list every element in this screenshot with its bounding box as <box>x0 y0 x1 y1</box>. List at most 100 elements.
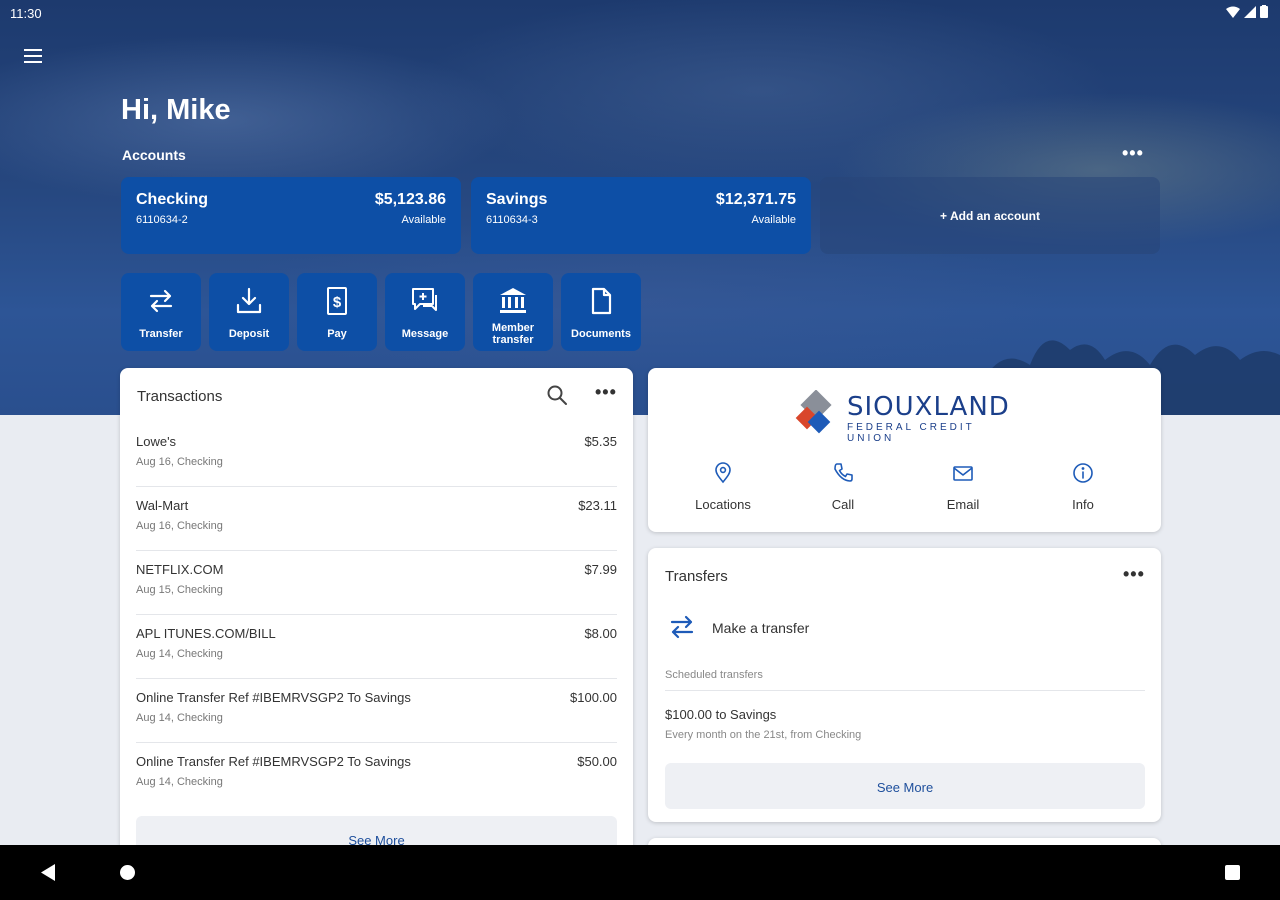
pay-button[interactable]: $ Pay <box>297 273 377 351</box>
transaction-amount: $23.11 <box>578 498 617 513</box>
quick-link-label: Call <box>831 497 855 512</box>
account-balance-label: Available <box>401 214 446 226</box>
transaction-amount: $100.00 <box>570 690 617 705</box>
account-card-checking[interactable]: Checking 6110634-2 $5,123.86 Available <box>121 177 461 254</box>
document-icon <box>591 287 612 315</box>
transaction-description: NETFLIX.COM <box>136 562 224 577</box>
system-icons <box>1226 5 1268 18</box>
action-label-line: transfer <box>492 334 534 346</box>
accounts-label: Accounts <box>122 147 186 163</box>
locations-button[interactable]: Locations <box>663 462 783 512</box>
account-balance: $5,123.86 <box>374 191 446 208</box>
account-name: Checking <box>136 191 209 208</box>
transaction-row[interactable]: Lowe's Aug 16, Checking $5.35 <box>136 423 617 487</box>
scheduled-transfers-label: Scheduled transfers <box>665 669 763 681</box>
message-button[interactable]: Message <box>385 273 465 351</box>
signal-icon <box>1244 5 1256 18</box>
battery-icon <box>1260 5 1268 18</box>
info-icon <box>1073 463 1093 483</box>
account-number: 6110634-3 <box>486 214 538 226</box>
back-icon[interactable] <box>40 864 56 881</box>
scheduled-transfer-subtitle: Every month on the 21st, from Checking <box>665 729 862 741</box>
email-button[interactable]: Email <box>903 462 1023 512</box>
home-icon[interactable] <box>120 865 135 880</box>
action-label: Documents <box>571 328 631 340</box>
svg-text:$: $ <box>333 294 342 311</box>
system-nav-bar <box>0 845 1280 900</box>
transfer-icon <box>149 289 173 313</box>
transaction-meta: Aug 14, Checking <box>136 648 223 660</box>
logo-main-text: SIOUXLAND <box>847 392 1010 422</box>
account-name: Savings <box>486 191 548 208</box>
transaction-row[interactable]: Online Transfer Ref #IBEMRVSGP2 To Savin… <box>136 679 617 743</box>
action-label: Message <box>401 328 449 340</box>
transaction-description: Online Transfer Ref #IBEMRVSGP2 To Savin… <box>136 690 411 705</box>
scheduled-transfer-title: $100.00 to Savings <box>665 707 777 722</box>
transfers-card: Transfers ••• Make a transfer Scheduled … <box>648 548 1161 822</box>
location-pin-icon <box>715 462 731 484</box>
accounts-more-icon[interactable]: ••• <box>1122 143 1144 164</box>
make-transfer-label: Make a transfer <box>712 620 810 636</box>
transaction-amount: $7.99 <box>584 562 617 577</box>
pay-icon: $ <box>327 287 347 315</box>
transaction-meta: Aug 14, Checking <box>136 776 223 788</box>
status-time: 11:30 <box>10 6 42 21</box>
action-label: Transfer <box>139 328 183 340</box>
bank-icon <box>500 288 526 313</box>
member-transfer-button[interactable]: Member transfer <box>473 273 553 351</box>
search-icon[interactable] <box>546 384 568 406</box>
account-number: 6110634-2 <box>136 214 188 226</box>
make-transfer-button[interactable]: Make a transfer <box>665 610 1145 646</box>
deposit-icon <box>236 287 262 314</box>
transaction-row[interactable]: Wal-Mart Aug 16, Checking $23.11 <box>136 487 617 551</box>
credit-union-card: SIOUXLAND FEDERAL CREDIT UNION Locations… <box>648 368 1161 532</box>
transaction-description: Online Transfer Ref #IBEMRVSGP2 To Savin… <box>136 754 411 769</box>
account-balance: $12,371.75 <box>715 191 796 208</box>
transactions-card: Transactions ••• Lowe's Aug 16, Checking… <box>120 368 633 868</box>
recent-apps-icon[interactable] <box>1225 865 1240 880</box>
logo-sub-text: FEDERAL CREDIT UNION <box>847 422 975 444</box>
deposit-button[interactable]: Deposit <box>209 273 289 351</box>
transaction-meta: Aug 16, Checking <box>136 520 223 532</box>
transaction-meta: Aug 15, Checking <box>136 584 223 596</box>
transaction-description: APL ITUNES.COM/BILL <box>136 626 276 641</box>
add-account-button[interactable]: + Add an account <box>820 177 1160 254</box>
documents-button[interactable]: Documents <box>561 273 641 351</box>
info-button[interactable]: Info <box>1023 462 1143 512</box>
message-icon <box>412 288 437 311</box>
transaction-meta: Aug 16, Checking <box>136 456 223 468</box>
transaction-description: Lowe's <box>136 434 177 449</box>
transaction-row[interactable]: NETFLIX.COM Aug 15, Checking $7.99 <box>136 551 617 615</box>
transfer-button[interactable]: Transfer <box>121 273 201 351</box>
quick-link-label: Info <box>1072 497 1094 512</box>
transfers-see-more-button[interactable]: See More <box>665 763 1145 809</box>
action-label: Pay <box>327 328 347 340</box>
quick-link-label: Email <box>946 497 980 512</box>
transaction-description: Wal-Mart <box>136 498 189 513</box>
credit-union-logo: SIOUXLAND FEDERAL CREDIT UNION <box>791 388 1021 444</box>
scheduled-transfer-row[interactable]: $100.00 to Savings Every month on the 21… <box>665 690 1145 748</box>
hamburger-menu-icon[interactable] <box>24 44 50 68</box>
quick-link-label: Locations <box>695 497 751 512</box>
status-bar: 11:30 <box>0 0 1280 26</box>
action-label-line: Member <box>491 322 535 334</box>
transfers-more-icon[interactable]: ••• <box>1123 564 1145 585</box>
transfer-icon <box>670 615 694 639</box>
transaction-row[interactable]: APL ITUNES.COM/BILL Aug 14, Checking $8.… <box>136 615 617 679</box>
greeting-title: Hi, Mike <box>121 94 231 126</box>
call-button[interactable]: Call <box>783 462 903 512</box>
email-icon <box>953 466 973 481</box>
transaction-amount: $5.35 <box>584 434 617 449</box>
transaction-amount: $8.00 <box>584 626 617 641</box>
transactions-more-icon[interactable]: ••• <box>595 382 617 403</box>
transaction-meta: Aug 14, Checking <box>136 712 223 724</box>
phone-icon <box>834 463 853 482</box>
logo-mark-icon <box>795 390 832 434</box>
transaction-row[interactable]: Online Transfer Ref #IBEMRVSGP2 To Savin… <box>136 743 617 807</box>
transfers-title: Transfers <box>665 568 728 585</box>
action-label: Member transfer <box>473 322 553 346</box>
account-card-savings[interactable]: Savings 6110634-3 $12,371.75 Available <box>471 177 811 254</box>
action-label: Deposit <box>228 328 270 340</box>
account-balance-label: Available <box>751 214 796 226</box>
transaction-amount: $50.00 <box>577 754 617 769</box>
